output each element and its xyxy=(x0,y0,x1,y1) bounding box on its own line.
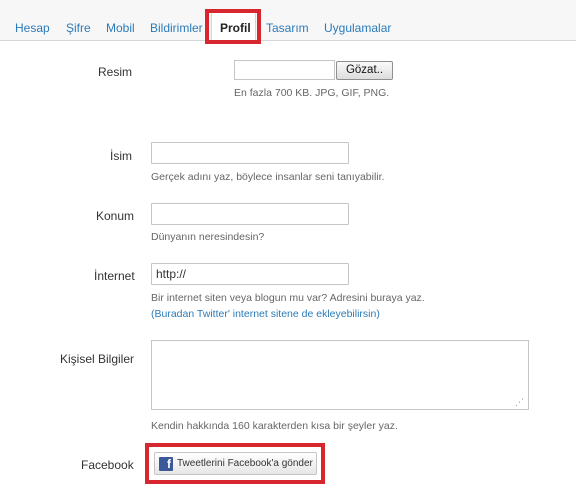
website-help-text: Bir internet siten veya blogun mu var? A… xyxy=(151,292,425,304)
tab-design[interactable]: Tasarım xyxy=(266,21,309,35)
facebook-button-label: Tweetlerini Facebook'a gönder xyxy=(177,458,313,469)
name-help-text: Gerçek adını yaz, böylece insanlar seni … xyxy=(151,171,385,183)
website-label: İnternet xyxy=(94,269,135,283)
picture-file-field[interactable] xyxy=(234,60,335,80)
bio-textarea[interactable]: ⋰ xyxy=(151,340,529,410)
bio-label: Kişisel Bilgiler xyxy=(60,352,135,366)
tab-account[interactable]: Hesap xyxy=(15,21,50,35)
tab-password[interactable]: Şifre xyxy=(66,21,91,35)
facebook-connect-button[interactable]: f Tweetlerini Facebook'a gönder xyxy=(154,452,317,475)
tab-profile[interactable]: Profil xyxy=(220,21,251,35)
tab-notifications[interactable]: Bildirimler xyxy=(150,21,203,35)
facebook-label: Facebook xyxy=(81,458,134,472)
bio-help-text: Kendin hakkında 160 karakterden kısa bir… xyxy=(151,420,398,432)
tab-apps[interactable]: Uygulamalar xyxy=(324,21,391,35)
picture-label: Resim xyxy=(98,65,133,79)
location-input[interactable] xyxy=(151,203,349,225)
name-label: İsim xyxy=(110,149,132,163)
location-label: Konum xyxy=(96,209,135,223)
website-input[interactable]: http:// xyxy=(151,263,349,285)
tab-mobile[interactable]: Mobil xyxy=(106,21,135,35)
resize-grip-icon[interactable]: ⋰ xyxy=(515,398,524,407)
facebook-logo-icon: f xyxy=(159,457,173,471)
picture-help-text: En fazla 700 KB. JPG, GIF, PNG. xyxy=(234,87,390,99)
twitter-website-link[interactable]: (Buradan Twitter' internet sitene de ekl… xyxy=(151,308,380,320)
location-help-text: Dünyanın neresindesin? xyxy=(151,231,265,243)
browse-button[interactable]: Gözat.. xyxy=(336,61,393,80)
name-input[interactable] xyxy=(151,142,349,164)
